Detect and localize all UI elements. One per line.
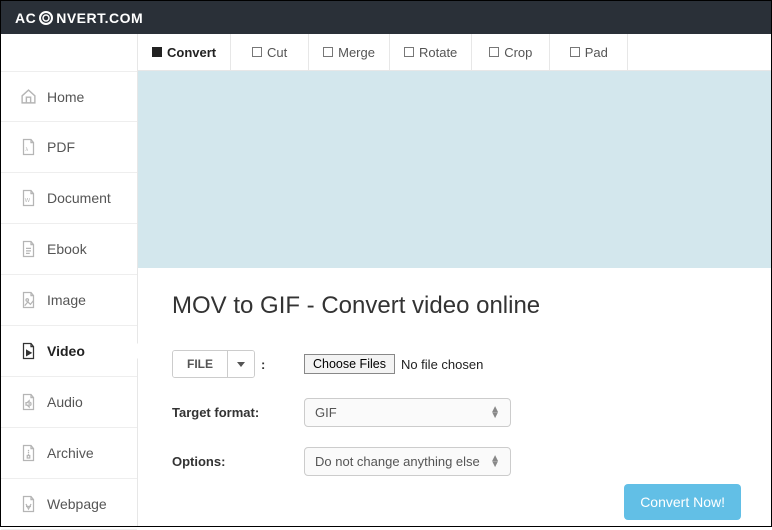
pdf-icon: λ <box>19 138 37 156</box>
updown-icon: ▲▼ <box>490 456 500 468</box>
options-value: Do not change anything else <box>315 454 480 469</box>
tab-label: Convert <box>167 45 216 60</box>
file-source-dropdown[interactable]: FILE <box>172 350 255 378</box>
sidebar-item-pdf[interactable]: λ PDF <box>1 122 137 173</box>
convert-now-button[interactable]: Convert Now! <box>624 484 741 520</box>
sidebar: Home λ PDF W Document Ebook Image Video … <box>1 34 138 526</box>
target-format-select[interactable]: GIF ▲▼ <box>304 398 511 427</box>
tab-pad[interactable]: Pad <box>550 34 628 70</box>
sidebar-item-label: Audio <box>47 394 83 410</box>
sidebar-item-archive[interactable]: Archive <box>1 428 137 479</box>
page-body: MOV to GIF - Convert video online FILE :… <box>138 268 771 496</box>
square-icon <box>570 47 580 57</box>
target-format-label: Target format: <box>172 405 304 420</box>
sidebar-item-home[interactable]: Home <box>1 71 137 122</box>
brand-suffix: NVERT.COM <box>56 10 143 26</box>
webpage-icon <box>19 495 37 513</box>
tab-merge[interactable]: Merge <box>309 34 390 70</box>
svg-text:W: W <box>24 198 30 204</box>
page-title: MOV to GIF - Convert video online <box>172 292 737 320</box>
content: Convert Cut Merge Rotate Crop Pad MOV to… <box>138 34 771 526</box>
options-label: Options: <box>172 454 304 469</box>
file-source-label: FILE <box>173 351 227 377</box>
tab-label: Pad <box>585 45 608 60</box>
square-icon <box>489 47 499 57</box>
options-select[interactable]: Do not change anything else ▲▼ <box>304 447 511 476</box>
topbar: AC NVERT.COM <box>1 1 771 34</box>
file-source-cell: FILE : <box>172 350 304 378</box>
sidebar-item-label: Archive <box>47 445 94 461</box>
no-file-text: No file chosen <box>401 357 483 372</box>
colon: : <box>261 357 265 372</box>
updown-icon: ▲▼ <box>490 407 500 419</box>
sidebar-item-audio[interactable]: Audio <box>1 377 137 428</box>
square-icon <box>252 47 262 57</box>
tab-cut[interactable]: Cut <box>231 34 309 70</box>
sidebar-item-label: Video <box>47 343 85 359</box>
image-icon <box>19 291 37 309</box>
target-format-value: GIF <box>315 405 337 420</box>
sidebar-item-label: Document <box>47 190 111 206</box>
sidebar-item-label: Ebook <box>47 241 87 257</box>
ad-space <box>138 71 771 268</box>
tab-rotate[interactable]: Rotate <box>390 34 472 70</box>
tab-label: Crop <box>504 45 532 60</box>
square-icon <box>152 47 162 57</box>
caret-down-icon <box>227 351 254 377</box>
audio-icon <box>19 393 37 411</box>
ebook-icon <box>19 240 37 258</box>
sidebar-item-video[interactable]: Video <box>1 326 137 377</box>
sidebar-item-document[interactable]: W Document <box>1 173 137 224</box>
tab-convert[interactable]: Convert <box>138 34 231 70</box>
video-icon <box>19 342 37 360</box>
tab-crop[interactable]: Crop <box>472 34 550 70</box>
sidebar-item-webpage[interactable]: Webpage <box>1 479 137 530</box>
row-file: FILE : Choose Files No file chosen <box>172 350 737 378</box>
tab-label: Merge <box>338 45 375 60</box>
tabs: Convert Cut Merge Rotate Crop Pad <box>138 34 771 71</box>
brand-prefix: AC <box>15 10 36 26</box>
choose-files-button[interactable]: Choose Files <box>304 354 395 374</box>
row-target-format: Target format: GIF ▲▼ <box>172 398 737 427</box>
archive-icon <box>19 444 37 462</box>
sidebar-item-label: Image <box>47 292 86 308</box>
tab-label: Rotate <box>419 45 457 60</box>
sidebar-item-ebook[interactable]: Ebook <box>1 224 137 275</box>
sidebar-item-label: Home <box>47 89 84 105</box>
square-icon <box>323 47 333 57</box>
row-options: Options: Do not change anything else ▲▼ <box>172 447 737 476</box>
logo-icon <box>39 11 53 25</box>
sidebar-item-label: PDF <box>47 139 75 155</box>
square-icon <box>404 47 414 57</box>
tab-label: Cut <box>267 45 287 60</box>
home-icon <box>19 88 37 105</box>
svg-text:λ: λ <box>25 147 28 153</box>
document-icon: W <box>19 189 37 207</box>
sidebar-item-label: Webpage <box>47 496 107 512</box>
sidebar-item-image[interactable]: Image <box>1 275 137 326</box>
